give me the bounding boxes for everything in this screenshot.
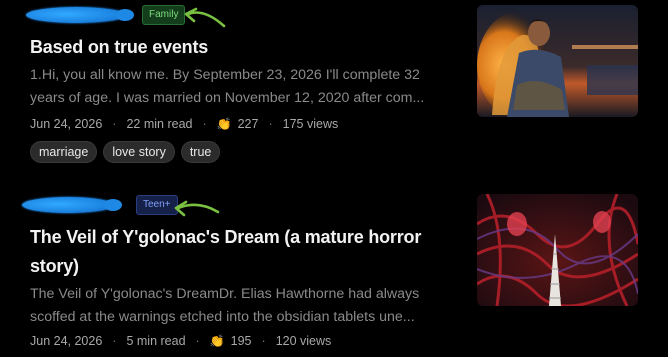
story-card[interactable]: Teen+ The Veil of Y'golonac's Dream (a m… [0, 188, 668, 357]
clap-icon: 👏 [216, 117, 232, 131]
excerpt-line: 1.Hi, you all know me. By September 23, … [30, 67, 420, 83]
excerpt-line: years of age. I was married on November … [30, 90, 425, 106]
author-row: Family [20, 4, 186, 26]
tag-list: marriage love story true [30, 141, 221, 163]
author-row: Teen+ [20, 194, 178, 216]
title-line: The Veil of Y'golonac's Dream (a mature … [30, 227, 422, 247]
redacted-author-name [26, 7, 134, 23]
tag-true[interactable]: true [180, 141, 221, 163]
story-title[interactable]: The Veil of Y'golonac's Dream (a mature … [30, 223, 450, 281]
man-embracing-golden-figure-image [477, 5, 638, 117]
category-badge[interactable]: Family [142, 5, 186, 25]
separator: · [112, 117, 117, 131]
separator: · [112, 334, 117, 348]
redacted-author-name [22, 197, 122, 213]
title-line: story) [30, 256, 79, 276]
story-stats: Jun 24, 2026 · 5 min read · 👏 195 · 120 … [30, 334, 331, 348]
story-excerpt[interactable]: The Veil of Y'golonac's DreamDr. Elias H… [30, 283, 448, 329]
publish-date: Jun 24, 2026 [30, 334, 103, 348]
separator: · [195, 334, 200, 348]
story-excerpt[interactable]: 1.Hi, you all know me. By September 23, … [30, 64, 448, 110]
story-stats: Jun 24, 2026 · 22 min read · 👏 227 · 175… [30, 117, 338, 131]
clap-icon: 👏 [209, 334, 225, 348]
annotation-arrow-icon [174, 200, 220, 217]
view-count: 120 views [275, 334, 332, 348]
read-time: 5 min read [126, 334, 186, 348]
story-title[interactable]: Based on true events [30, 33, 450, 62]
tag-marriage[interactable]: marriage [30, 141, 98, 163]
excerpt-line: scoffed at the warnings etched into the … [30, 309, 415, 325]
clap-count: 227 [237, 117, 259, 131]
separator: · [202, 117, 207, 131]
read-time: 22 min read [126, 117, 193, 131]
view-count: 175 views [282, 117, 339, 131]
story-thumbnail[interactable] [477, 5, 638, 117]
tag-love-story[interactable]: love story [103, 141, 175, 163]
separator: · [268, 117, 273, 131]
story-card[interactable]: Family Based on true events 1.Hi, you al… [0, 0, 668, 180]
separator: · [261, 334, 266, 348]
clap-count: 195 [230, 334, 252, 348]
annotation-arrow-icon [184, 7, 226, 28]
story-thumbnail[interactable] [477, 194, 638, 306]
excerpt-line: The Veil of Y'golonac's DreamDr. Elias H… [30, 286, 420, 302]
red-tentacle-horror-image [477, 194, 638, 306]
publish-date: Jun 24, 2026 [30, 117, 103, 131]
